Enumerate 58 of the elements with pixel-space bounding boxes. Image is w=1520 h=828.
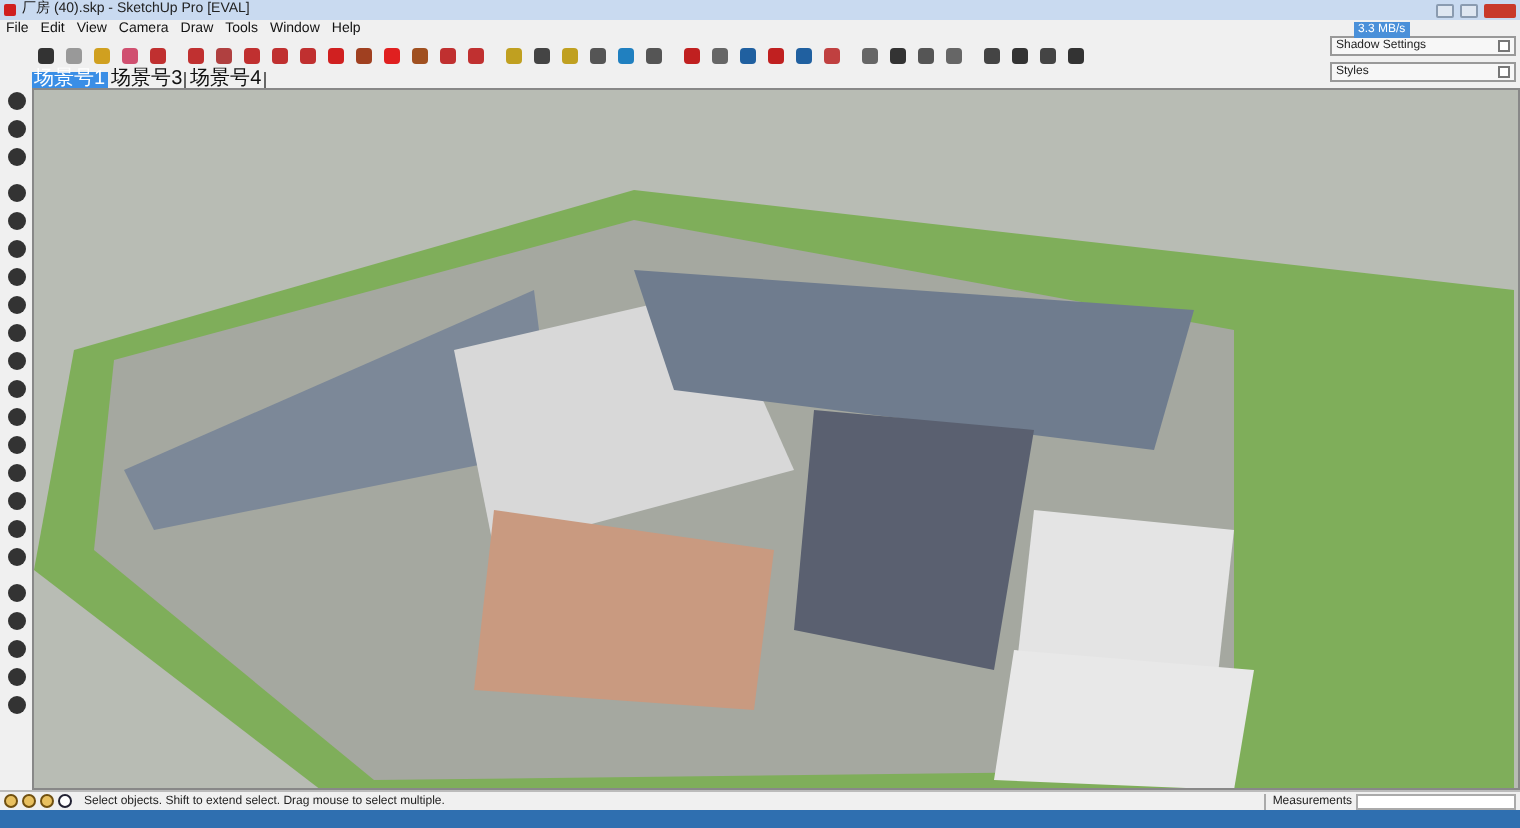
tool-icon[interactable] [5,210,27,232]
tool-icon[interactable] [5,462,27,484]
tool-icon[interactable] [240,43,264,67]
tool-icon[interactable] [5,378,27,400]
tool-icon[interactable] [5,90,27,112]
tool-icon[interactable] [680,43,704,67]
tool-icon[interactable] [5,638,27,660]
scene-tab[interactable]: 场景号4 [188,72,266,88]
tool-icon[interactable] [792,43,816,67]
tool-icon[interactable] [5,610,27,632]
tool-icon[interactable] [708,43,732,67]
tool-icon[interactable] [1064,43,1088,67]
tool-icon[interactable] [5,118,27,140]
tool-icon[interactable] [296,43,320,67]
tool-icon[interactable] [268,43,292,67]
tool-icon[interactable] [5,182,27,204]
tool-icon[interactable] [408,43,432,67]
scene-tab[interactable]: 场景号3 [109,72,187,88]
collapse-icon[interactable] [1498,66,1510,78]
tool-icon[interactable] [146,43,170,67]
tool-icon[interactable] [212,43,236,67]
tool-icon[interactable] [5,546,27,568]
tool-icon[interactable] [5,434,27,456]
close-button[interactable] [1484,3,1516,17]
collapse-icon[interactable] [1498,40,1510,52]
tool-icon[interactable] [886,43,910,67]
tool-icon[interactable] [858,43,882,67]
tool-icon[interactable] [764,43,788,67]
tool-icon[interactable] [736,43,760,67]
tool-icon[interactable] [942,43,966,67]
app-logo-icon [4,4,16,16]
tool-icon[interactable] [5,266,27,288]
tool-icon[interactable] [184,43,208,67]
tool-icon[interactable] [324,43,348,67]
tool-icon[interactable] [5,294,27,316]
tool-icon[interactable] [5,146,27,168]
tool-icon[interactable] [5,582,27,604]
tool-icon[interactable] [530,43,554,67]
tool-icon[interactable] [642,43,666,67]
tool-icon[interactable] [5,666,27,688]
help-icon[interactable] [58,794,72,808]
tool-icon[interactable] [436,43,460,67]
tool-icon[interactable] [5,406,27,428]
tool-icon[interactable] [5,350,27,372]
tool-icon[interactable] [980,43,1004,67]
tool-icon[interactable] [5,490,27,512]
tool-icon[interactable] [5,238,27,260]
tool-icon[interactable] [34,43,58,67]
tool-icon[interactable] [464,43,488,67]
tool-icon[interactable] [5,518,27,540]
tool-icon[interactable] [352,43,376,67]
tool-icon[interactable] [586,43,610,67]
measurements-field[interactable] [1356,793,1516,809]
tool-icon[interactable] [5,322,27,344]
tool-icon[interactable] [5,694,27,716]
tool-icon[interactable] [1008,43,1032,67]
tool-icon[interactable] [914,43,938,67]
tool-icon[interactable] [1036,43,1060,67]
